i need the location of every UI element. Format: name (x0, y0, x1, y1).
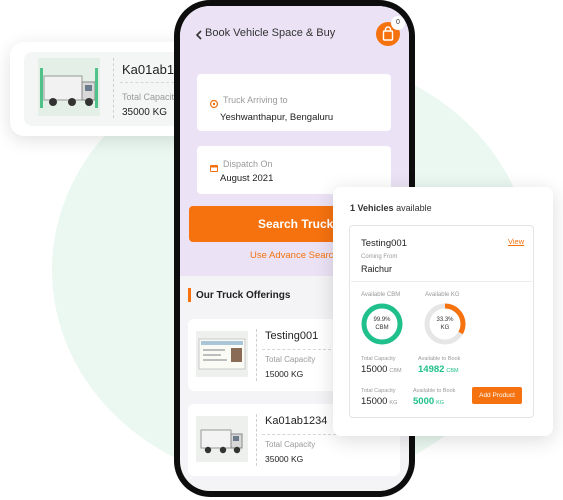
arriving-value: Yeshwanthapur, Bengaluru (220, 112, 334, 123)
kg-unit: KG (440, 325, 450, 331)
license-image (196, 331, 248, 377)
calendar-icon (209, 160, 219, 172)
dispatch-label: Dispatch On (223, 159, 273, 169)
availability-suffix: available (396, 203, 432, 213)
truck-arriving-field[interactable]: Truck Arriving to Yeshwanthapur, Bengalu… (197, 74, 391, 131)
card-divider (256, 329, 257, 381)
coming-from-value: Raichur (361, 264, 393, 274)
cart-count-badge: 0 (391, 16, 405, 30)
truck-name: Ka01ab1234 (265, 415, 328, 427)
location-target-icon (209, 96, 219, 109)
available-to-book-cbm-value: 14982 (418, 364, 445, 375)
capacity-value: 15000 KG (265, 369, 304, 379)
capacity-label: Total Capacity (265, 355, 316, 364)
add-product-button[interactable]: Add Product (472, 387, 522, 404)
total-capacity-kg-value: 15000 (361, 396, 388, 407)
offerings-title-text: Our Truck Offerings (196, 290, 291, 301)
available-to-book-cbm-label: Available to Book (418, 356, 461, 362)
cbm-unit: CBM (375, 325, 389, 331)
available-to-book-kg-value: 5000 (413, 396, 435, 407)
cbm-ring-chart: 99.9% CBM (360, 302, 404, 346)
dispatch-value: August 2021 (220, 173, 274, 184)
coming-from-label: Coming From (361, 254, 398, 260)
advance-search-link[interactable]: Use Advance Search (250, 250, 339, 261)
page-title: Book Vehicle Space & Buy (205, 27, 336, 39)
card-divider (256, 414, 257, 466)
truck-image (38, 58, 100, 116)
view-link[interactable]: View (508, 237, 524, 246)
vehicle-availability-card: 1 Vehicles available Testing001 View Com… (333, 187, 553, 436)
cbm-unit-text: CBM (446, 368, 459, 374)
vehicle-count: 1 Vehicles (350, 203, 394, 213)
available-to-book-kg: 5000 KG (413, 396, 444, 407)
kg-unit-text: KG (436, 400, 445, 406)
total-capacity-kg: 15000 KG (361, 396, 397, 407)
capacity-value: 35000 KG (265, 454, 304, 464)
offerings-title: Our Truck Offerings (188, 290, 290, 301)
kg-unit-text: KG (389, 400, 398, 406)
kg-ring-chart: 33.3% KG (423, 302, 467, 346)
cbm-percent: 99.9% (373, 317, 391, 323)
available-to-book-cbm: 14982 CBM (418, 364, 459, 375)
back-chevron-icon[interactable] (192, 28, 206, 42)
available-cbm-label: Available CBM (361, 292, 401, 298)
vehicle-detail-panel: Testing001 View Coming From Raichur Avai… (349, 225, 534, 418)
truck-name: Testing001 (265, 330, 319, 342)
vehicle-name: Testing001 (361, 238, 407, 249)
total-capacity-kg-label: Total Capacity (361, 388, 396, 394)
kg-percent: 33.3% (436, 317, 454, 323)
truck-image (196, 416, 248, 462)
capacity-value: 35000 KG (122, 107, 168, 118)
available-to-book-kg-label: Available to Book (413, 388, 456, 394)
total-capacity-cbm-label: Total Capacity (361, 356, 396, 362)
total-capacity-cbm-value: 15000 (361, 364, 388, 375)
availability-heading: 1 Vehicles available (350, 203, 432, 213)
cbm-ring-arc (361, 303, 403, 345)
total-capacity-cbm: 15000 CBM (361, 364, 402, 375)
capacity-label: Total Capacity (265, 440, 316, 449)
capacity-label: Total Capacity (122, 92, 179, 102)
panel-divider (351, 281, 532, 282)
card-divider (113, 58, 114, 118)
cbm-unit-text: CBM (389, 368, 402, 374)
available-kg-label: Available KG (425, 292, 460, 298)
arriving-label: Truck Arriving to (223, 95, 288, 105)
